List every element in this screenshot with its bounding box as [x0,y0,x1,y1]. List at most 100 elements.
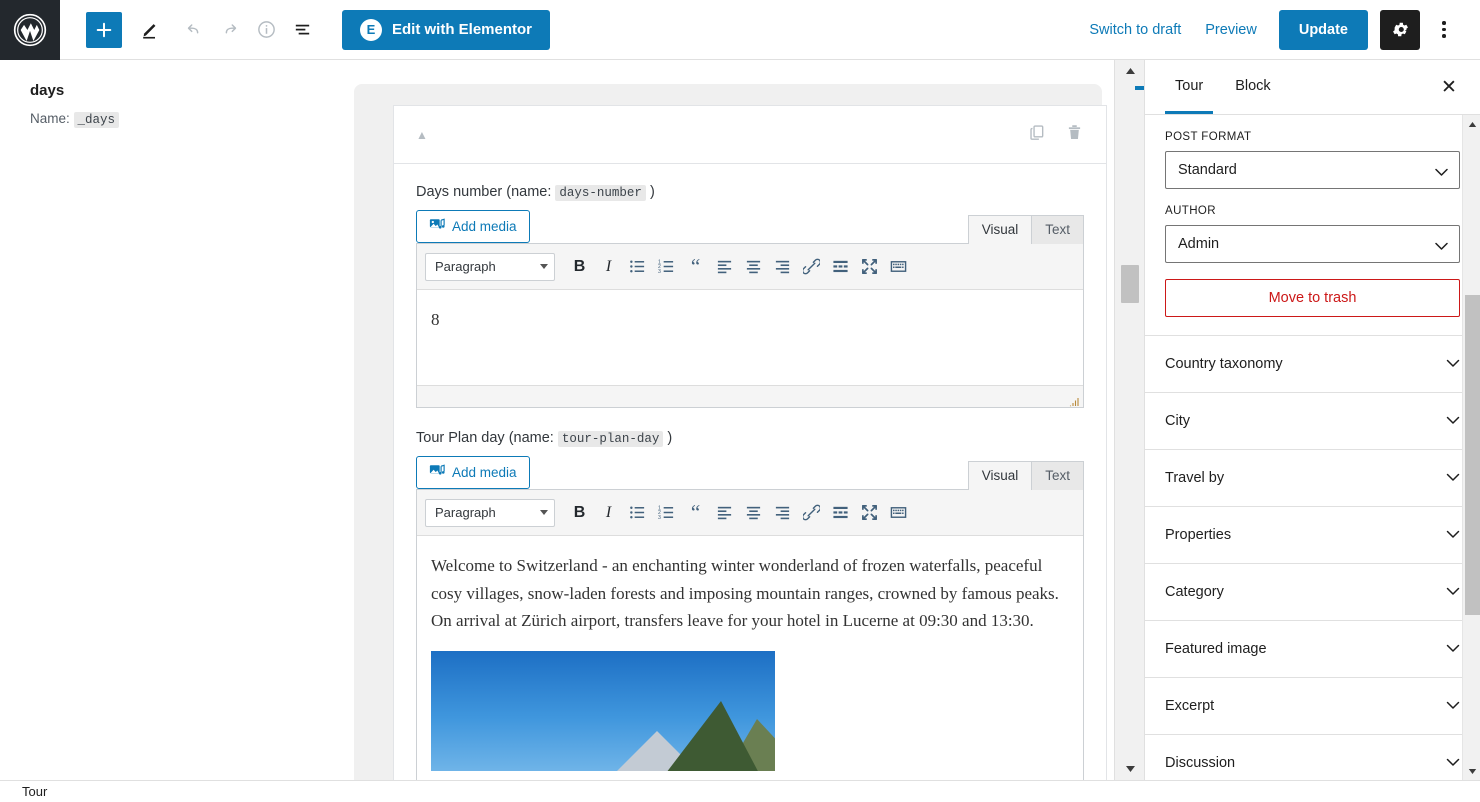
accordion-featured-image[interactable]: Featured image [1145,621,1480,679]
block-card-header: ▲ [394,106,1106,164]
settings-scrollbar[interactable] [1462,115,1480,780]
editor-top-toolbar: E Edit with Elementor Switch to draft Pr… [0,0,1480,60]
insert-link-icon[interactable] [797,253,826,281]
accordion-label: Country taxonomy [1165,356,1283,373]
chevron-down-icon [1446,583,1460,601]
resize-grip-icon[interactable] [1069,394,1079,407]
update-button[interactable]: Update [1278,9,1368,50]
kebab-menu-icon[interactable] [1424,10,1464,50]
canvas-scrollbar[interactable] [1114,60,1144,780]
tinymce-editor: Paragraph B I 123 “ [416,243,1084,408]
tab-tour[interactable]: Tour [1165,60,1214,114]
field-label-suffix: ) [667,430,673,446]
edit-with-elementor-button[interactable]: E Edit with Elementor [342,9,551,50]
align-center-icon[interactable] [739,253,768,281]
list-view-icon[interactable] [284,12,320,48]
chevron-down-icon [1446,640,1460,658]
scroll-down-arrow-icon[interactable] [1115,758,1144,780]
info-circle-icon[interactable] [248,12,284,48]
caret-up-icon[interactable]: ▲ [416,128,428,142]
italic-icon[interactable]: I [594,499,623,527]
tab-visual[interactable]: Visual [967,461,1033,490]
scroll-up-arrow-icon[interactable] [1463,115,1480,133]
blockquote-icon[interactable]: “ [681,253,710,281]
gear-icon[interactable] [1380,9,1420,50]
accordion-properties[interactable]: Properties [1145,507,1480,565]
bulleted-list-icon[interactable] [623,253,652,281]
numbered-list-icon[interactable]: 123 [652,253,681,281]
chevron-down-icon [1446,412,1460,430]
align-right-icon[interactable] [768,253,797,281]
editor-paragraph[interactable]: Welcome to Switzerland - an enchanting w… [431,552,1069,635]
accordion-travel-by[interactable]: Travel by [1145,450,1480,508]
tab-text[interactable]: Text [1031,215,1084,244]
canvas-scroll-thumb[interactable] [1121,265,1139,303]
chevron-down-icon [1435,165,1448,181]
accordion-country-taxonomy[interactable]: Country taxonomy [1145,336,1480,394]
accordion-discussion[interactable]: Discussion [1145,735,1480,780]
settings-scroll-thumb[interactable] [1465,295,1480,616]
tab-visual[interactable]: Visual [967,215,1033,244]
preview-button[interactable]: Preview [1193,14,1269,46]
paragraph-format-select[interactable]: Paragraph [425,498,555,527]
editor-content-area[interactable]: 8 [417,290,1083,385]
settings-scroll-area: POST FORMAT Standard AUTHOR Admin Move t… [1145,115,1480,780]
bold-icon[interactable]: B [565,499,594,527]
close-icon[interactable]: ✕ [1434,72,1464,102]
switch-to-draft-button[interactable]: Switch to draft [1077,14,1193,46]
copy-icon[interactable] [1028,123,1047,147]
field-label-code: days-number [555,185,646,201]
breadcrumb[interactable]: Tour [22,784,47,799]
field-label-prefix: Days number (name: [416,184,552,200]
fullscreen-icon[interactable] [855,499,884,527]
numbered-list-icon[interactable]: 123 [652,499,681,527]
bulleted-list-icon[interactable] [623,499,652,527]
blockquote-icon[interactable]: “ [681,499,710,527]
scroll-down-arrow-icon[interactable] [1463,762,1480,780]
add-media-button[interactable]: Add media [416,210,530,243]
align-left-icon[interactable] [710,253,739,281]
tab-block[interactable]: Block [1225,60,1280,114]
italic-icon[interactable]: I [594,253,623,281]
move-to-trash-button[interactable]: Move to trash [1165,279,1460,318]
trash-icon[interactable] [1065,123,1084,147]
scroll-up-arrow-icon[interactable] [1115,60,1144,82]
mountain-landscape-photo[interactable] [431,650,775,771]
accordion-city[interactable]: City [1145,393,1480,451]
media-icon [429,217,445,236]
toolbar-toggle-icon[interactable] [884,253,913,281]
add-media-label: Add media [452,219,517,234]
chevron-down-icon [540,264,548,269]
svg-text:3: 3 [658,269,661,275]
accordion-category[interactable]: Category [1145,564,1480,622]
toolbar-toggle-icon[interactable] [884,499,913,527]
align-left-icon[interactable] [710,499,739,527]
pencil-icon[interactable] [132,12,168,48]
redo-arrow-icon[interactable] [212,12,248,48]
wordpress-logo-icon[interactable] [0,0,60,60]
undo-arrow-icon[interactable] [176,12,212,48]
toolbar-right-group: Switch to draft Preview Update [1077,9,1480,50]
editor-content-wrapper[interactable]: Welcome to Switzerland - an enchanting w… [417,536,1083,780]
chevron-down-icon [1446,355,1460,373]
fullscreen-icon[interactable] [855,253,884,281]
tab-text[interactable]: Text [1031,461,1084,490]
read-more-icon[interactable] [826,253,855,281]
accordion-excerpt[interactable]: Excerpt [1145,678,1480,736]
accordion-label: City [1165,413,1190,430]
accordion-label: Category [1165,584,1224,601]
editor-workspace: days Name: _days ▲ Days number (name: da… [0,60,1480,780]
add-media-button[interactable]: Add media [416,456,530,489]
align-right-icon[interactable] [768,499,797,527]
accordion-label: Excerpt [1165,698,1215,715]
align-center-icon[interactable] [739,499,768,527]
paragraph-format-select[interactable]: Paragraph [425,252,555,281]
insert-link-icon[interactable] [797,499,826,527]
post-format-legend: POST FORMAT [1165,131,1252,144]
author-select[interactable]: Admin [1165,225,1460,264]
chevron-down-icon [540,510,548,515]
read-more-icon[interactable] [826,499,855,527]
bold-icon[interactable]: B [565,253,594,281]
add-block-button[interactable] [86,11,122,48]
post-format-select[interactable]: Standard [1165,151,1460,190]
